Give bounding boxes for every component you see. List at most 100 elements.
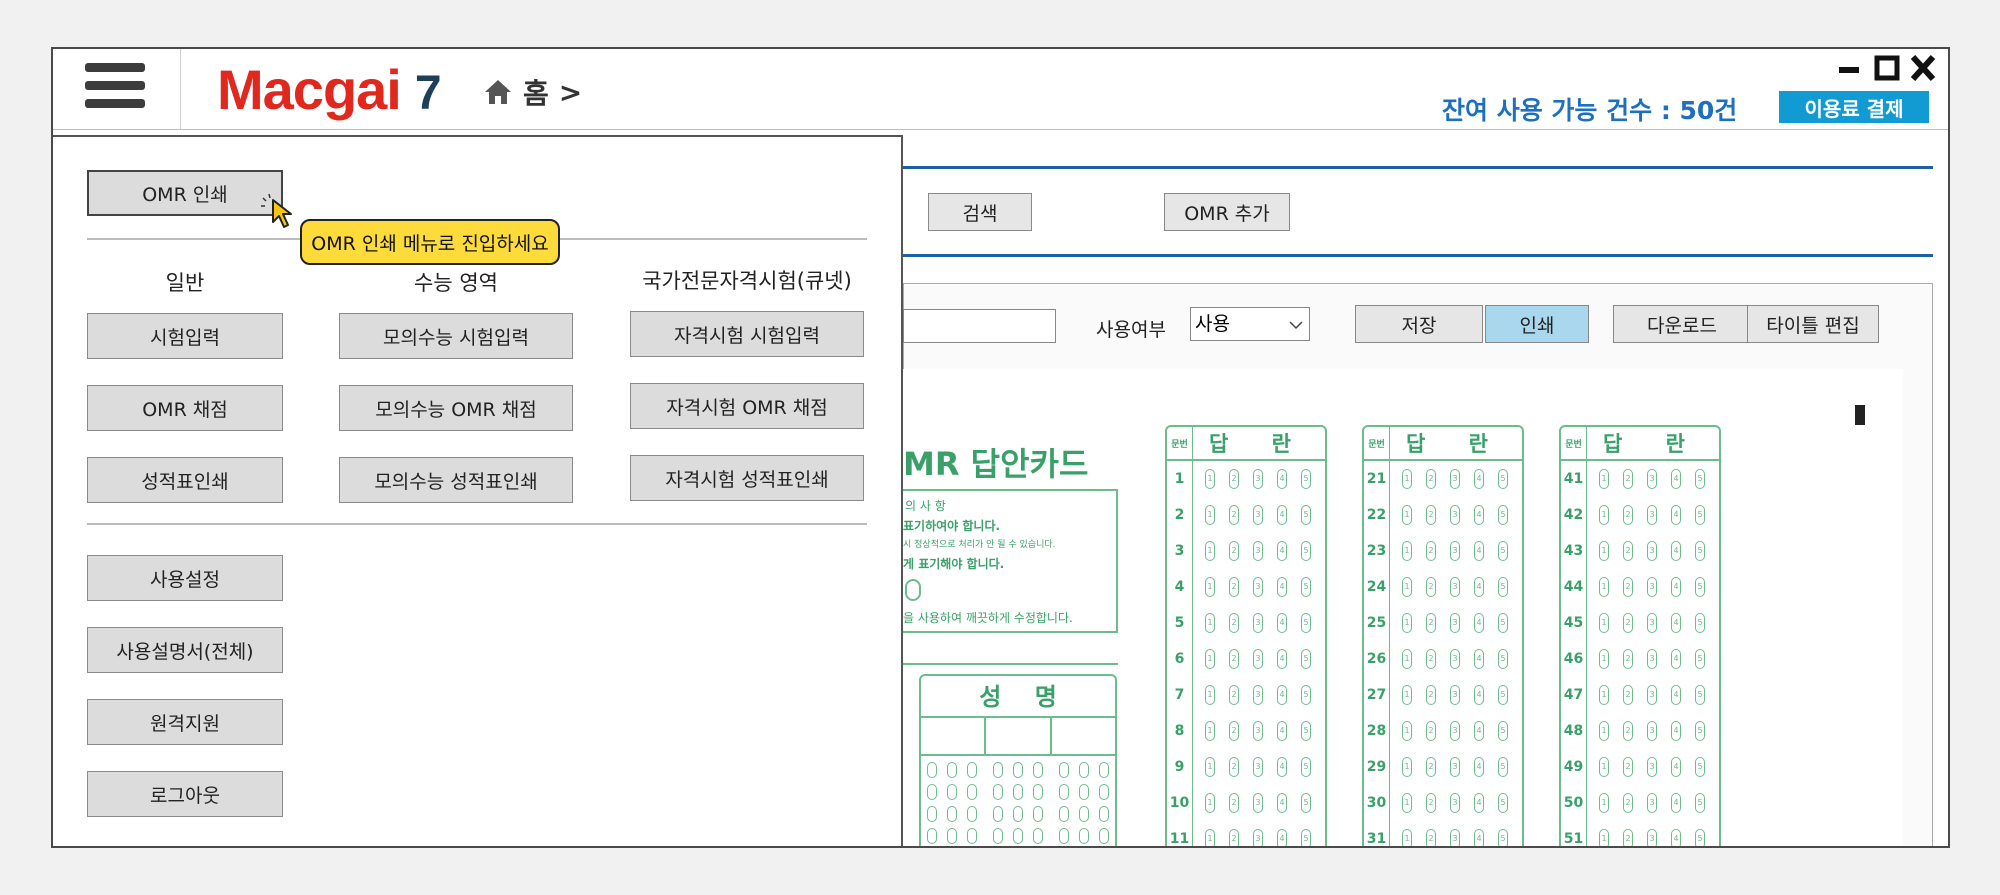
answer-bubble[interactable]: 1 [1205, 577, 1215, 597]
answer-bubble[interactable]: 3 [1647, 793, 1657, 813]
answer-bubble[interactable]: 5 [1695, 757, 1705, 777]
answer-bubble[interactable]: 1 [1402, 793, 1412, 813]
answer-bubble[interactable]: 1 [1402, 613, 1412, 633]
answer-bubble[interactable]: 5 [1301, 829, 1311, 846]
answer-bubble[interactable]: 2 [1229, 541, 1239, 561]
answer-bubble[interactable]: 1 [1599, 721, 1609, 741]
answer-bubble[interactable]: 3 [1450, 829, 1460, 846]
name-bubble[interactable] [1059, 806, 1069, 822]
answer-bubble[interactable]: 2 [1426, 469, 1436, 489]
answer-bubble[interactable]: 4 [1277, 721, 1287, 741]
answer-bubble[interactable]: 5 [1301, 613, 1311, 633]
answer-bubble[interactable]: 2 [1229, 793, 1239, 813]
answer-bubble[interactable]: 5 [1695, 793, 1705, 813]
name-bubble[interactable] [1013, 828, 1023, 844]
answer-bubble[interactable]: 1 [1599, 505, 1609, 525]
answer-bubble[interactable]: 3 [1253, 613, 1263, 633]
minimize-icon[interactable] [1839, 67, 1859, 73]
answer-bubble[interactable]: 4 [1277, 685, 1287, 705]
name-bubble[interactable] [1033, 806, 1043, 822]
name-bubble[interactable] [1099, 762, 1109, 778]
answer-bubble[interactable]: 3 [1647, 829, 1657, 846]
answer-bubble[interactable]: 5 [1301, 577, 1311, 597]
answer-bubble[interactable]: 3 [1253, 829, 1263, 846]
answer-bubble[interactable]: 3 [1253, 505, 1263, 525]
answer-bubble[interactable]: 4 [1671, 793, 1681, 813]
answer-bubble[interactable]: 3 [1450, 721, 1460, 741]
answer-bubble[interactable]: 3 [1253, 649, 1263, 669]
answer-bubble[interactable]: 2 [1426, 685, 1436, 705]
name-bubble[interactable] [1059, 828, 1069, 844]
answer-bubble[interactable]: 1 [1402, 721, 1412, 741]
name-bubble[interactable] [927, 762, 937, 778]
save-button[interactable]: 저장 [1355, 305, 1483, 343]
answer-bubble[interactable]: 3 [1450, 505, 1460, 525]
answer-bubble[interactable]: 1 [1599, 829, 1609, 846]
answer-bubble[interactable]: 3 [1450, 757, 1460, 777]
answer-bubble[interactable]: 4 [1277, 649, 1287, 669]
search-button[interactable]: 검색 [928, 193, 1032, 231]
answer-bubble[interactable]: 2 [1426, 505, 1436, 525]
answer-bubble[interactable]: 1 [1599, 649, 1609, 669]
answer-bubble[interactable]: 3 [1647, 649, 1657, 669]
answer-bubble[interactable]: 4 [1671, 649, 1681, 669]
name-bubble[interactable] [993, 784, 1003, 800]
name-bubble[interactable] [1099, 828, 1109, 844]
answer-bubble[interactable]: 2 [1229, 613, 1239, 633]
answer-bubble[interactable]: 5 [1498, 721, 1508, 741]
name-bubble[interactable] [1079, 762, 1089, 778]
answer-bubble[interactable]: 4 [1474, 757, 1484, 777]
name-bubble[interactable] [967, 828, 977, 844]
answer-bubble[interactable]: 4 [1474, 469, 1484, 489]
answer-bubble[interactable]: 4 [1671, 757, 1681, 777]
name-bubble[interactable] [993, 828, 1003, 844]
answer-bubble[interactable]: 5 [1301, 505, 1311, 525]
answer-bubble[interactable]: 4 [1474, 721, 1484, 741]
answer-bubble[interactable]: 4 [1671, 613, 1681, 633]
answer-bubble[interactable]: 2 [1426, 541, 1436, 561]
answer-bubble[interactable]: 5 [1301, 649, 1311, 669]
answer-bubble[interactable]: 3 [1647, 469, 1657, 489]
name-bubble[interactable] [1099, 784, 1109, 800]
menu-manual[interactable]: 사용설명서(전체) [87, 627, 283, 673]
answer-bubble[interactable]: 3 [1253, 577, 1263, 597]
menu-suneung-omr-grading[interactable]: 모의수능 OMR 채점 [339, 385, 573, 431]
title-edit-button[interactable]: 타이틀 편집 [1747, 305, 1879, 343]
answer-bubble[interactable]: 5 [1695, 613, 1705, 633]
answer-bubble[interactable]: 3 [1647, 721, 1657, 741]
answer-bubble[interactable]: 2 [1426, 577, 1436, 597]
answer-bubble[interactable]: 5 [1695, 829, 1705, 846]
answer-bubble[interactable]: 4 [1474, 577, 1484, 597]
answer-bubble[interactable]: 5 [1301, 469, 1311, 489]
answer-bubble[interactable]: 4 [1277, 829, 1287, 846]
answer-bubble[interactable]: 1 [1599, 541, 1609, 561]
menu-qnet-report-print[interactable]: 자격시험 성적표인쇄 [630, 455, 864, 501]
name-bubble[interactable] [967, 806, 977, 822]
answer-bubble[interactable]: 5 [1301, 721, 1311, 741]
answer-bubble[interactable]: 4 [1474, 505, 1484, 525]
breadcrumb-home[interactable]: 홈 [523, 72, 549, 112]
answer-bubble[interactable]: 2 [1426, 757, 1436, 777]
answer-bubble[interactable]: 5 [1498, 685, 1508, 705]
answer-bubble[interactable]: 5 [1301, 757, 1311, 777]
menu-settings[interactable]: 사용설정 [87, 555, 283, 601]
answer-bubble[interactable]: 3 [1450, 469, 1460, 489]
answer-bubble[interactable]: 2 [1623, 577, 1633, 597]
answer-bubble[interactable]: 1 [1205, 793, 1215, 813]
answer-bubble[interactable]: 4 [1277, 757, 1287, 777]
name-bubble[interactable] [1099, 806, 1109, 822]
answer-bubble[interactable]: 2 [1426, 613, 1436, 633]
print-button[interactable]: 인쇄 [1485, 305, 1589, 343]
answer-bubble[interactable]: 1 [1205, 757, 1215, 777]
name-bubble[interactable] [993, 762, 1003, 778]
name-bubble[interactable] [947, 762, 957, 778]
answer-bubble[interactable]: 1 [1205, 829, 1215, 846]
answer-bubble[interactable]: 3 [1450, 793, 1460, 813]
hamburger-icon[interactable] [85, 63, 145, 117]
answer-bubble[interactable]: 1 [1205, 469, 1215, 489]
add-omr-button[interactable]: OMR 추가 [1164, 193, 1290, 231]
answer-bubble[interactable]: 3 [1253, 541, 1263, 561]
answer-bubble[interactable]: 1 [1599, 577, 1609, 597]
answer-bubble[interactable]: 3 [1647, 541, 1657, 561]
answer-bubble[interactable]: 2 [1623, 649, 1633, 669]
